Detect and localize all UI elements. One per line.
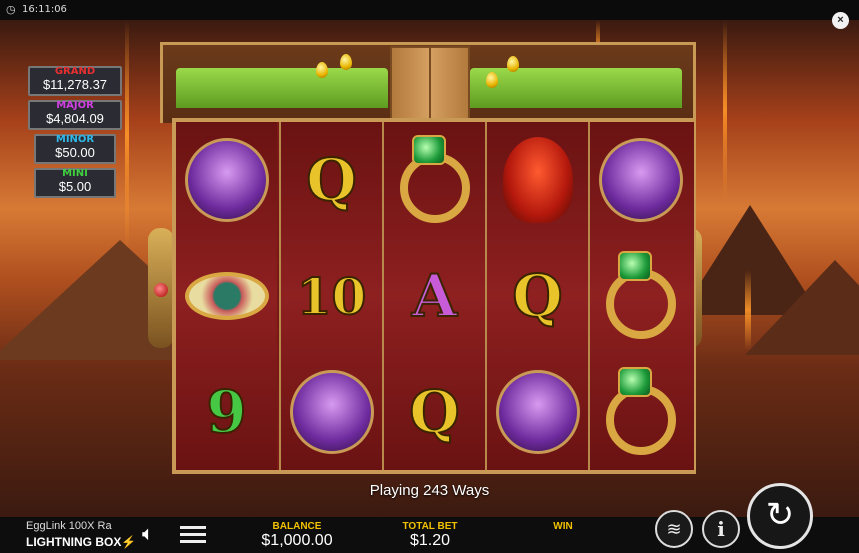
reel-3: A Q — [382, 122, 485, 470]
symbol-letter: Q — [305, 145, 358, 215]
side-ornament-left — [148, 228, 174, 348]
symbol-letter: 9 — [205, 377, 247, 447]
emerald-ring-art — [399, 135, 470, 223]
jackpot-minor-value: $50.00 — [55, 145, 95, 160]
jackpot-mini: MINI $5.00 — [34, 168, 116, 198]
clock-icon: ◷ — [6, 4, 16, 16]
symbol-letter: Q — [511, 261, 564, 331]
clock-time: 16:11:06 — [22, 4, 67, 15]
boat-symbol — [176, 122, 277, 238]
status-bar: ◷ 16:11:06 — [0, 0, 859, 20]
total-bet-label: TOTAL BET — [402, 521, 458, 532]
golden-egg-icon — [486, 72, 498, 88]
grass-left — [176, 68, 388, 108]
balance-value: $1,000.00 — [261, 532, 333, 549]
eye-of-horus-symbol — [176, 238, 277, 354]
reel-5 — [588, 122, 694, 470]
jackpot-mini-value: $5.00 — [58, 179, 92, 194]
light-beam — [723, 20, 727, 200]
slot-machine: 9 Q 10 A Q Q — [148, 20, 702, 475]
light-beam — [125, 20, 129, 250]
jackpot-major-value: $4,804.09 — [46, 111, 104, 126]
close-button[interactable]: × — [832, 12, 849, 29]
ring-symbol — [590, 238, 691, 354]
emerald-ring-art — [605, 367, 676, 455]
speaker-icon[interactable]: 🔈︎ — [142, 523, 154, 546]
boat-symbol-art — [289, 370, 374, 454]
jackpot-grand: GRAND $11,278.37 — [28, 66, 122, 96]
balance-label: BALANCE — [272, 521, 322, 532]
boat-symbol-art — [495, 370, 580, 454]
provider-logo: LIGHTNING BOX⚡ — [26, 535, 136, 549]
phoenix-art — [502, 137, 573, 223]
spin-icon: ↻ — [765, 496, 795, 534]
eye-of-horus-art — [184, 272, 269, 320]
golden-egg-icon — [507, 56, 519, 72]
provider-name: LIGHTNING BOX — [26, 535, 122, 549]
lava-stream — [745, 270, 751, 350]
nine-symbol: 9 — [176, 354, 277, 470]
boat-symbol-art — [184, 138, 269, 222]
queen-symbol: Q — [384, 354, 485, 470]
jackpot-major: MAJOR $4,804.09 — [28, 100, 122, 130]
boat-symbol — [590, 122, 691, 238]
jackpot-minor-label: MINOR — [55, 134, 95, 145]
reel-2: Q 10 — [279, 122, 382, 470]
reel-4: Q — [485, 122, 588, 470]
symbol-letter: A — [411, 261, 458, 331]
symbol-letter: 10 — [296, 266, 368, 327]
ace-symbol: A — [384, 238, 485, 354]
ruby-gem — [154, 283, 168, 297]
symbol-letter: Q — [408, 377, 461, 447]
golden-egg-icon — [340, 54, 352, 70]
ten-symbol: 10 — [281, 238, 382, 354]
ring-symbol — [590, 354, 691, 470]
menu-icon[interactable] — [180, 522, 206, 547]
phoenix-symbol — [487, 122, 588, 238]
jackpot-mini-label: MINI — [62, 168, 88, 179]
jackpot-major-label: MAJOR — [56, 100, 94, 111]
reels-frame: 9 Q 10 A Q Q — [172, 118, 696, 474]
emerald-ring-art — [605, 251, 676, 339]
queen-symbol: Q — [487, 238, 588, 354]
total-bet-value: $1.20 — [409, 532, 451, 549]
boat-symbol — [487, 354, 588, 470]
ring-symbol — [384, 122, 485, 238]
reel-1: 9 — [176, 122, 277, 470]
jackpot-minor: MINOR $50.00 — [34, 134, 116, 164]
info-icon[interactable]: i — [702, 510, 740, 548]
ways-message: Playing 243 Ways — [369, 482, 490, 499]
spin-button[interactable]: ↻ — [747, 483, 813, 549]
temple-door — [390, 46, 470, 128]
win-label: WIN — [553, 521, 573, 532]
jackpot-grand-value: $11,278.37 — [42, 77, 108, 92]
grass-right — [470, 68, 682, 108]
coins-stack-icon[interactable]: ≋ — [655, 510, 693, 548]
pyramid-right-front — [745, 260, 859, 355]
game-name: EggLink 100X Ra — [26, 520, 112, 532]
lightning-bolt-icon: ⚡ — [121, 535, 137, 549]
boat-symbol-art — [598, 138, 683, 222]
boat-symbol — [281, 354, 382, 470]
golden-egg-icon — [316, 62, 328, 78]
jackpot-grand-label: GRAND — [54, 66, 96, 77]
queen-symbol: Q — [281, 122, 382, 238]
